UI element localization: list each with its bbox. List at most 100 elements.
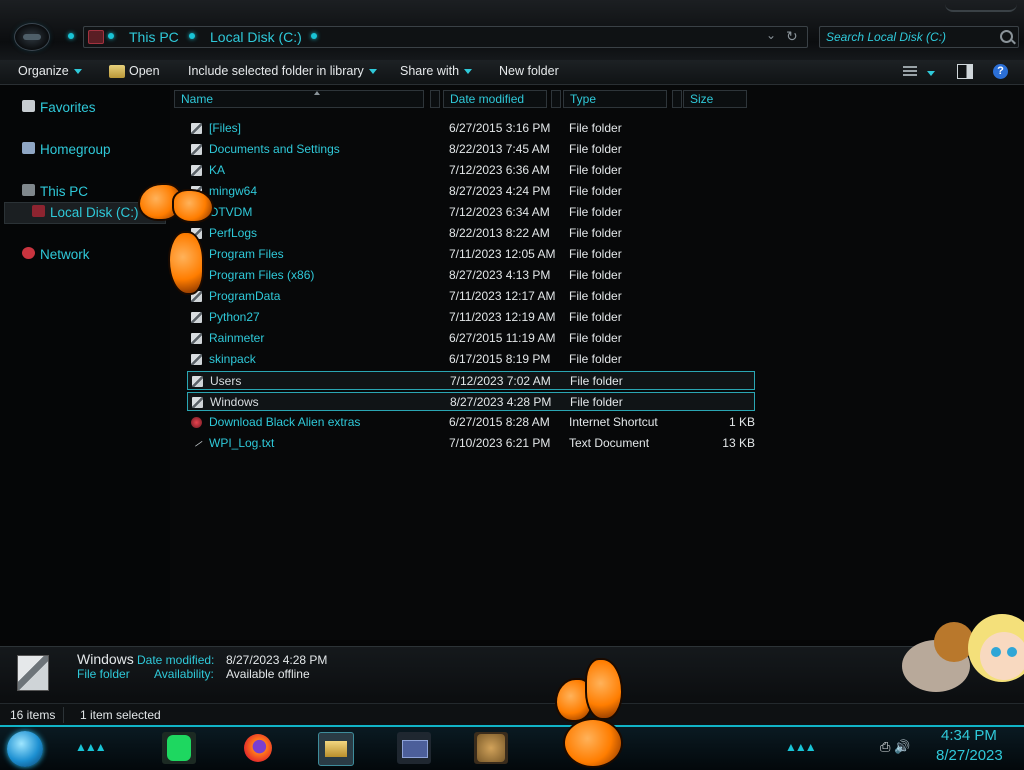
taskbar-firefox-app[interactable] (241, 732, 275, 764)
file-name: WPI_Log.txt (209, 436, 275, 450)
include-in-library-button[interactable]: Include selected folder in library (188, 64, 377, 78)
file-name: KA (209, 163, 226, 177)
taskbar-window-app[interactable] (397, 732, 431, 764)
file-row[interactable]: Users 7/12/2023 7:02 AM File folder (187, 371, 755, 390)
file-date-modified: 8/27/2023 4:24 PM (449, 184, 551, 198)
file-row[interactable]: PerfLogs 8/22/2013 8:22 AM File folder (187, 224, 755, 243)
file-row[interactable]: KA 7/12/2023 6:36 AM File folder (187, 161, 755, 180)
file-type: File folder (569, 310, 622, 324)
file-row[interactable]: WPI_Log.txt 7/10/2023 6:21 PM Text Documen… (187, 434, 755, 453)
command-bar: Organize Open Include selected folder in… (0, 60, 1024, 85)
wing-shape (563, 718, 623, 768)
file-name: skinpack (209, 352, 256, 366)
favorites-icon (22, 100, 35, 112)
file-type: File folder (569, 268, 622, 282)
file-date-modified: 6/27/2015 3:16 PM (449, 121, 551, 135)
file-row[interactable]: mingw64 8/27/2023 4:24 PM File folder (187, 182, 755, 201)
details-type-value: File folder (77, 667, 130, 681)
refresh-icon[interactable]: ↻ (786, 28, 798, 45)
taskbar-box-app[interactable] (474, 732, 508, 764)
file-size: 1 KB (728, 415, 755, 429)
file-row[interactable]: Program Files (x86) 8/27/2023 4:13 PM File… (187, 266, 755, 285)
file-name: [Files] (209, 121, 242, 135)
start-button[interactable] (7, 731, 43, 767)
file-name: Download Black Alien extras (209, 415, 361, 429)
file-row[interactable]: Download Black Alien extras 6/27/2015 8:2… (187, 413, 755, 432)
nav-network[interactable]: Network (40, 247, 90, 262)
breadcrumb-this-pc[interactable]: This PC (129, 29, 179, 45)
file-type: File folder (569, 226, 622, 240)
sort-ascending-icon (314, 91, 320, 95)
file-row[interactable]: OTVDM 7/12/2023 6:34 AM File folder (187, 203, 755, 222)
system-tray[interactable]: ⎙ 🔊 (880, 739, 910, 755)
nav-local-disk[interactable]: Local Disk (C:) (50, 205, 139, 220)
column-type[interactable]: Type (563, 90, 667, 108)
address-bar[interactable]: This PC Local Disk (C:) ⌄ ↻ (83, 26, 808, 48)
file-name: Python27 (209, 310, 260, 324)
column-name[interactable]: Name (174, 90, 424, 108)
navigation-pane: Favorites Homegroup This PC Local Disk (… (0, 85, 170, 640)
nav-this-pc[interactable]: This PC (40, 184, 88, 199)
file-type: Internet Shortcut (569, 415, 658, 429)
new-folder-button[interactable]: New folder (499, 64, 559, 78)
details-item-name: Windows (77, 651, 134, 667)
column-date-modified[interactable]: Date modified (443, 90, 547, 108)
preview-pane-icon[interactable] (957, 64, 973, 79)
file-row[interactable]: ProgramData 7/11/2023 12:17 AM File folder (187, 287, 755, 306)
breadcrumb-separator-icon (189, 33, 195, 39)
folder-icon (191, 312, 202, 323)
clock-date[interactable]: 8/27/2023 (936, 747, 1003, 764)
network-icon (22, 247, 35, 259)
file-row[interactable]: [Files] 6/27/2015 3:16 PM File folder (187, 119, 755, 138)
breadcrumb-local-disk[interactable]: Local Disk (C:) (210, 29, 302, 45)
drive-icon (88, 30, 104, 44)
open-button[interactable]: Open (129, 64, 160, 78)
file-row[interactable]: Program Files 7/11/2023 12:05 AM File fold… (187, 245, 755, 264)
file-row[interactable]: Windows 8/27/2023 4:28 PM File folder (187, 392, 755, 411)
file-date-modified: 7/11/2023 12:17 AM (449, 289, 556, 303)
column-divider[interactable] (551, 90, 561, 108)
taskbar-file-explorer-app[interactable] (318, 732, 354, 766)
file-type: File folder (569, 184, 622, 198)
view-options-icon[interactable] (903, 66, 917, 77)
column-size[interactable]: Size (683, 90, 747, 108)
folder-icon (191, 165, 202, 176)
file-row[interactable]: skinpack 6/17/2015 8:19 PM File folder (187, 350, 755, 369)
nav-favorites[interactable]: Favorites (40, 100, 96, 115)
folder-icon (192, 397, 203, 408)
address-dropdown-icon[interactable]: ⌄ (766, 28, 776, 42)
clock-time[interactable]: 4:34 PM (941, 727, 997, 744)
file-row[interactable]: Documents and Settings 8/22/2013 7:45 AM F… (187, 140, 755, 159)
back-button[interactable] (14, 23, 50, 51)
organize-button[interactable]: Organize (18, 64, 82, 78)
notes-icon (167, 735, 191, 761)
file-row[interactable]: Rainmeter 6/27/2015 11:19 AM File folder (187, 329, 755, 348)
file-name: Windows (210, 395, 259, 409)
search-icon[interactable] (1000, 30, 1013, 43)
chevron-decoration-icon: ▲▲▲ (785, 740, 817, 754)
chevron-down-icon[interactable] (927, 71, 935, 76)
column-divider[interactable] (430, 90, 440, 108)
nav-homegroup[interactable]: Homegroup (40, 142, 111, 157)
details-date-value: 8/27/2023 4:28 PM (226, 653, 328, 667)
file-row[interactable]: Python27 7/11/2023 12:19 AM File folder (187, 308, 755, 327)
file-date-modified: 7/11/2023 12:05 AM (449, 247, 556, 261)
file-name: ProgramData (209, 289, 281, 303)
help-icon[interactable]: ? (993, 64, 1008, 79)
title-bar: This PC Local Disk (C:) ⌄ ↻ (0, 0, 1024, 61)
share-label: Share with (400, 64, 460, 78)
search-box[interactable] (819, 26, 1019, 48)
status-item-count: 16 items (10, 708, 56, 722)
file-name: Users (210, 374, 242, 388)
file-type: File folder (569, 331, 622, 345)
file-type: File folder (569, 121, 622, 135)
search-input[interactable] (820, 27, 998, 47)
box-icon (477, 734, 505, 762)
taskbar-notes-app[interactable] (162, 732, 196, 764)
file-date-modified: 8/27/2023 4:13 PM (449, 268, 551, 282)
column-divider[interactable] (672, 90, 682, 108)
butterfly-decoration-icon (138, 183, 218, 295)
butterfly-decoration-icon (553, 656, 625, 768)
share-with-button[interactable]: Share with (400, 64, 473, 78)
file-date-modified: 7/12/2023 6:36 AM (449, 163, 550, 177)
